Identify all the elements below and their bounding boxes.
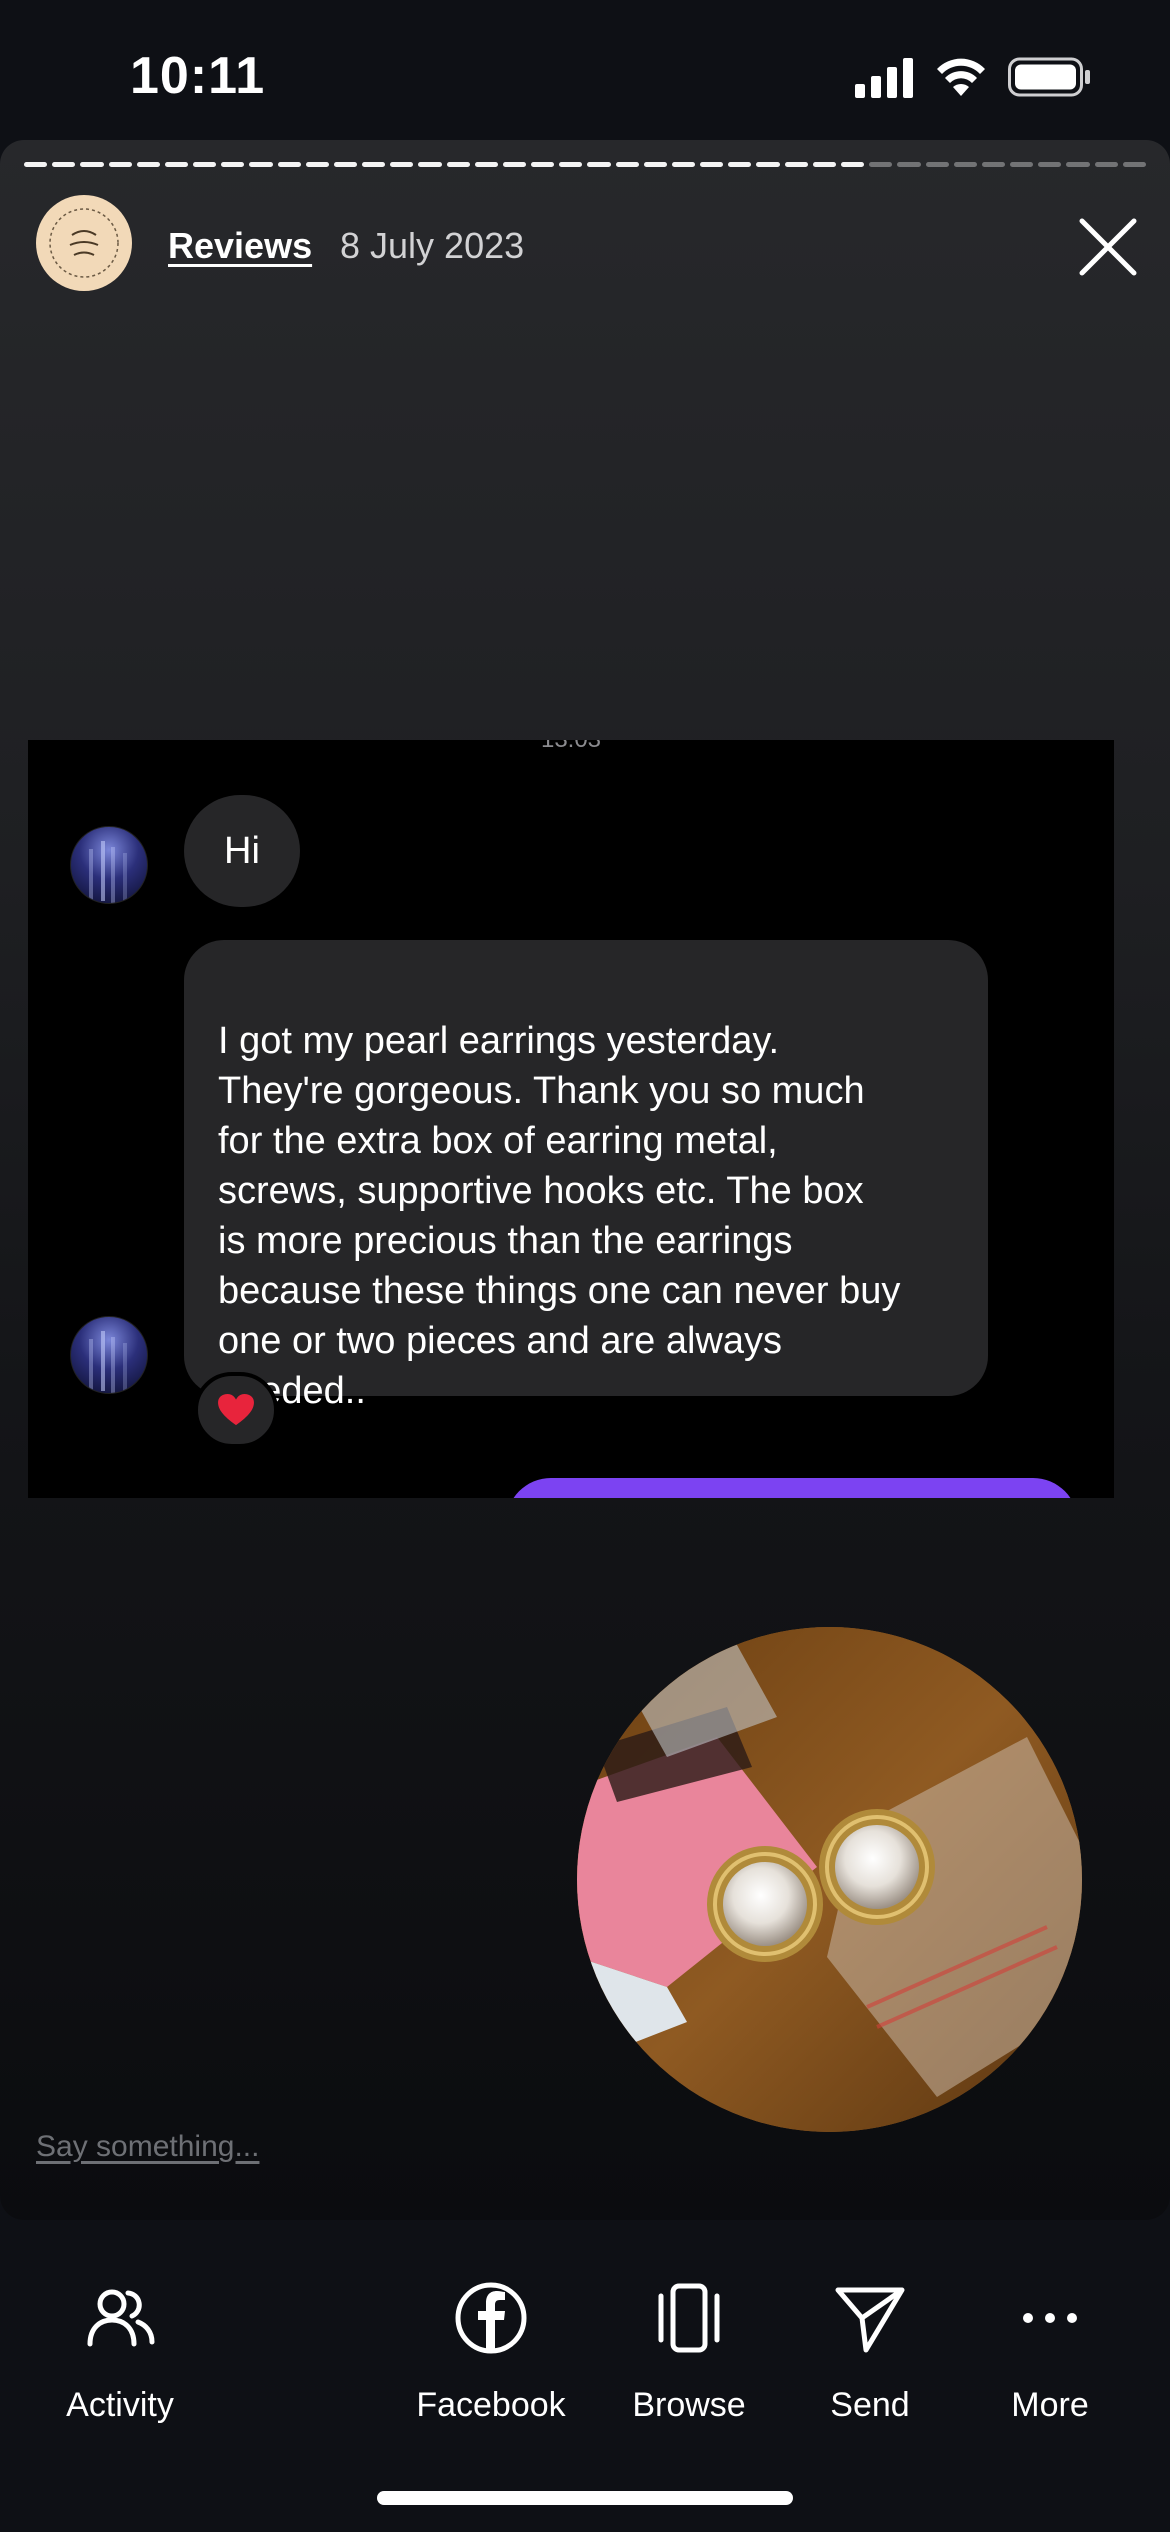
heart-icon [218, 1393, 254, 1426]
browse-button[interactable]: Browse [604, 2280, 774, 2440]
facebook-button[interactable]: Facebook [406, 2280, 576, 2440]
activity-label: Activity [66, 2386, 174, 2424]
progress-segment [249, 162, 273, 167]
chat-timestamp: 13:03 [28, 740, 1114, 754]
progress-segment [1038, 162, 1062, 167]
progress-segment [1122, 162, 1146, 167]
facebook-icon [455, 2282, 527, 2354]
progress-segment [136, 162, 160, 167]
heart-reaction [194, 1372, 278, 1448]
progress-segment [643, 162, 667, 167]
progress-segment [840, 162, 865, 167]
progress-segment [587, 162, 611, 167]
progress-segment [418, 162, 442, 167]
reviews-link[interactable]: Reviews [168, 225, 312, 267]
progress-segment [474, 162, 498, 167]
progress-segment [981, 162, 1006, 167]
progress-segment [24, 162, 48, 167]
message-bubble: Hi [184, 795, 300, 907]
progress-segment [756, 162, 780, 167]
reply-input[interactable]: Say something... [36, 2130, 259, 2164]
progress-segment [305, 162, 329, 167]
progress-segment [221, 162, 245, 167]
progress-segment [390, 162, 414, 167]
send-icon [835, 2287, 905, 2353]
progress-segment [812, 162, 836, 167]
progress-segment [1094, 162, 1118, 167]
story-progress-bar [24, 162, 1146, 170]
activity-button[interactable]: Activity [35, 2280, 205, 2440]
earrings-photo [577, 1627, 1082, 2132]
progress-segment [108, 162, 132, 167]
wifi-icon [937, 58, 985, 96]
progress-segment [784, 162, 808, 167]
message-text: I got my pearl earrings yesterday. They'… [218, 1020, 901, 1412]
home-indicator[interactable] [377, 2491, 793, 2505]
progress-segment [869, 162, 893, 167]
progress-segment [446, 162, 470, 167]
send-label: Send [830, 2386, 910, 2424]
progress-segment [925, 162, 949, 167]
progress-segment [531, 162, 555, 167]
more-label: More [1011, 2386, 1089, 2424]
cellular-signal-icon [855, 58, 913, 98]
bottom-action-bar: Activity Facebook Browse Send More [0, 2225, 1170, 2532]
message-bubble: I got my pearl earrings yesterday. They'… [184, 940, 988, 1412]
activity-icon [87, 2289, 155, 2347]
progress-segment [1010, 162, 1034, 167]
progress-segment [953, 162, 977, 167]
progress-segment [897, 162, 921, 167]
more-button[interactable]: More [965, 2280, 1135, 2440]
outgoing-message-bubble [506, 1478, 1078, 1498]
sender-avatar [70, 826, 148, 904]
status-bar: 10:11 [0, 0, 1170, 145]
close-icon[interactable] [1076, 215, 1140, 279]
progress-segment [700, 162, 724, 167]
message-text: Hi [224, 830, 260, 872]
send-button[interactable]: Send [785, 2280, 955, 2440]
progress-segment [671, 162, 696, 167]
status-time: 10:11 [130, 47, 266, 105]
progress-segment [559, 162, 583, 167]
progress-segment [277, 162, 301, 167]
more-icon [1023, 2313, 1077, 2323]
progress-segment [728, 162, 752, 167]
progress-segment [615, 162, 639, 167]
progress-segment [80, 162, 104, 167]
progress-segment [52, 162, 76, 167]
story-date: 8 July 2023 [340, 225, 525, 266]
brand-logo-avatar[interactable] [36, 195, 132, 291]
story-viewer[interactable]: Reviews 8 July 2023 13:03 Hi I got my pe… [0, 140, 1170, 2220]
facebook-label: Facebook [416, 2386, 566, 2424]
progress-segment [193, 162, 217, 167]
browse-label: Browse [632, 2386, 746, 2424]
browse-icon [658, 2283, 720, 2353]
progress-segment [1066, 162, 1090, 167]
progress-segment [502, 162, 527, 167]
chat-screenshot: 13:03 Hi I got my pearl earrings yesterd… [28, 740, 1114, 1498]
progress-segment [164, 162, 189, 167]
brand-logo-icon [38, 197, 130, 289]
battery-icon [1008, 57, 1090, 97]
progress-segment [333, 162, 358, 167]
story-header: Reviews 8 July 2023 [36, 195, 1137, 295]
sender-avatar [70, 1316, 148, 1394]
progress-segment [362, 162, 386, 167]
